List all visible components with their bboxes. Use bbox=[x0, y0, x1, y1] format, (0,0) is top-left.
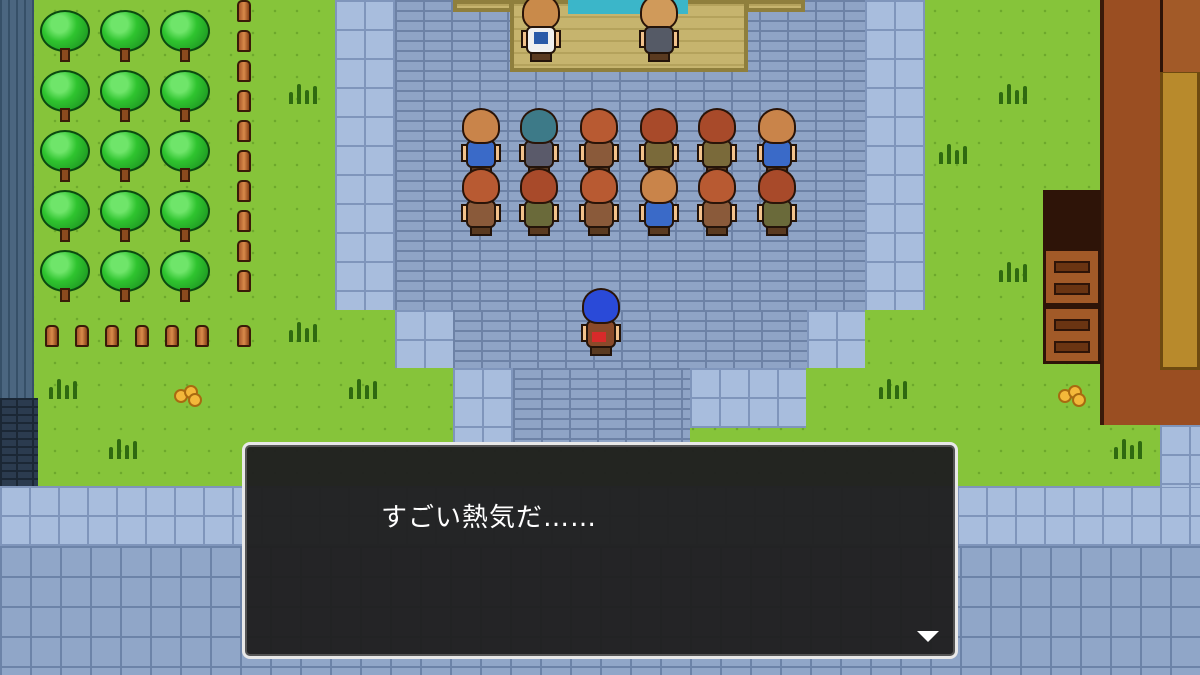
tree bbox=[98, 190, 152, 242]
fence-post bbox=[105, 325, 119, 347]
grass-tuft bbox=[875, 375, 911, 399]
orchard bbox=[38, 10, 218, 310]
fence-post bbox=[45, 325, 59, 347]
crowd-npc bbox=[696, 168, 738, 238]
crowd-npc bbox=[638, 168, 680, 238]
fence-post bbox=[135, 325, 149, 347]
grass-tuft bbox=[1110, 435, 1146, 459]
tree bbox=[38, 250, 92, 302]
grass-tuft bbox=[935, 140, 971, 164]
plaza-border-right bbox=[865, 0, 925, 310]
fence-post bbox=[75, 325, 89, 347]
crowd-npc bbox=[518, 168, 560, 238]
performer-npc bbox=[638, 0, 680, 64]
path-south bbox=[513, 368, 690, 448]
fence-post bbox=[165, 325, 179, 347]
fence-post bbox=[237, 180, 251, 202]
yellow-flower bbox=[174, 385, 202, 407]
wooden-shelf bbox=[1160, 0, 1200, 72]
stage-wing-right bbox=[745, 0, 805, 12]
drawer-cabinet bbox=[1043, 190, 1101, 248]
fence-post bbox=[237, 150, 251, 172]
tree bbox=[158, 10, 212, 62]
drawer-cabinet bbox=[1043, 248, 1101, 306]
drawer-cabinet bbox=[1043, 306, 1101, 364]
fence-post bbox=[237, 325, 251, 347]
tree bbox=[158, 250, 212, 302]
grass-tuft bbox=[995, 80, 1031, 104]
fence-post bbox=[237, 60, 251, 82]
tree bbox=[38, 70, 92, 122]
tree bbox=[98, 70, 152, 122]
stage-wing-left bbox=[453, 0, 513, 12]
fence-post bbox=[237, 270, 251, 292]
tree bbox=[158, 70, 212, 122]
tree bbox=[98, 250, 152, 302]
plaza-path-middle bbox=[453, 310, 807, 368]
grass-tuft bbox=[995, 258, 1031, 282]
fence-post bbox=[237, 210, 251, 232]
fence-post bbox=[237, 30, 251, 52]
dark-stone-wall bbox=[0, 398, 38, 488]
left-wall bbox=[0, 0, 34, 400]
tree bbox=[158, 130, 212, 182]
grass-tuft bbox=[45, 375, 81, 399]
grass-tuft bbox=[285, 318, 321, 342]
fence-post bbox=[237, 120, 251, 142]
path-border-left bbox=[453, 368, 513, 448]
grass-tuft bbox=[285, 80, 321, 104]
crowd-npc bbox=[578, 168, 620, 238]
yellow-flower bbox=[1058, 385, 1086, 407]
tree bbox=[98, 130, 152, 182]
fence-post bbox=[237, 240, 251, 262]
crowd-npc bbox=[460, 168, 502, 238]
triangle-down-icon[interactable] bbox=[917, 631, 939, 642]
game-scene: すごい熱気だ…… bbox=[0, 0, 1200, 675]
dialogue-text: すごい熱気だ…… bbox=[381, 503, 598, 533]
fence-post bbox=[237, 0, 251, 22]
tree bbox=[158, 190, 212, 242]
message-window[interactable]: すごい熱気だ…… bbox=[242, 442, 958, 659]
road-corner-right bbox=[1160, 425, 1200, 487]
plaza-step-left bbox=[395, 310, 453, 368]
plaza-border-left bbox=[335, 0, 395, 310]
house-rug bbox=[1160, 70, 1200, 370]
tree bbox=[98, 10, 152, 62]
fence-post bbox=[237, 90, 251, 112]
hero-player bbox=[580, 288, 622, 358]
crowd-npc bbox=[756, 168, 798, 238]
tree bbox=[38, 130, 92, 182]
performer-npc bbox=[520, 0, 562, 64]
grass-tuft bbox=[105, 435, 141, 459]
tree bbox=[38, 10, 92, 62]
plaza-step-right bbox=[807, 310, 865, 368]
tree bbox=[38, 190, 92, 242]
path-border-right bbox=[690, 368, 806, 428]
grass-tuft bbox=[345, 375, 381, 399]
fence-post bbox=[195, 325, 209, 347]
